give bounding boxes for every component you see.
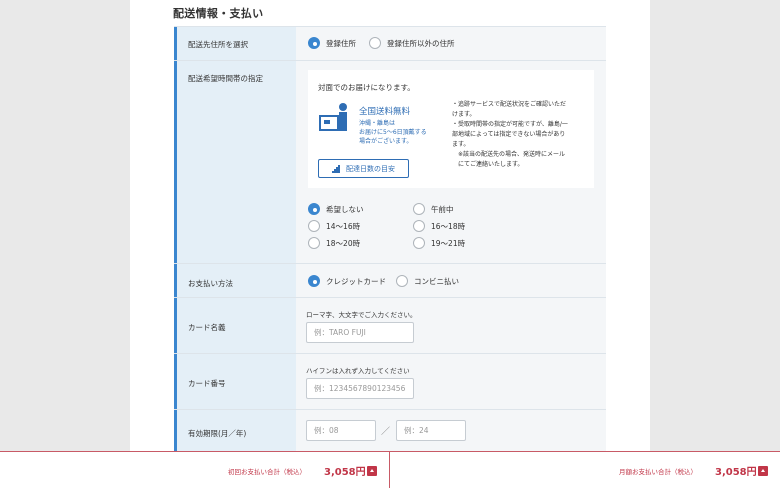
card-number-input[interactable]: 例：1234567890123456 xyxy=(306,378,414,399)
radio-unchecked-icon xyxy=(308,237,320,249)
radio-unchecked-icon xyxy=(413,220,425,232)
payment-row: お支払い方法 クレジットカード コンビニ払い xyxy=(174,264,606,298)
delivery-time-label: 配送希望時間帯の指定 xyxy=(174,61,296,263)
radio-unchecked-icon xyxy=(369,37,381,49)
card-name-label: カード名義 xyxy=(174,298,296,353)
delivery-info-box: 対面でのお届けになります。 全国送料無料 沖縄・離島は お届けに5〜6日頂戴する… xyxy=(308,70,594,188)
delivery-payment-form: 配送先住所を選択 登録住所 登録住所以外の住所 配送希望時間帯の指定 対面でのお… xyxy=(174,26,606,452)
radio-checked-icon xyxy=(308,203,320,215)
card-name-input[interactable]: 例：TARO FUJI xyxy=(306,322,414,343)
expiry-year-input[interactable]: 例：24 xyxy=(396,420,466,441)
payment-options: クレジットカード コンビニ払い xyxy=(296,264,606,297)
radio-unchecked-icon xyxy=(413,237,425,249)
form-sheet: 配送情報・支払い 配送先住所を選択 登録住所 登録住所以外の住所 配送希望時間帯… xyxy=(130,0,650,488)
monthly-payment-label: 月額お支払い合計（税込） xyxy=(619,468,697,476)
card-name-hint: ローマ字、大文字でご入力ください。 xyxy=(306,311,417,319)
time-option-19-21[interactable]: 19〜21時 xyxy=(413,237,465,249)
delivery-days-button[interactable]: 配達日数の目安 xyxy=(318,159,409,178)
stairs-icon xyxy=(332,165,340,173)
address-option-registered[interactable]: 登録住所 xyxy=(308,37,356,49)
time-option-14-16[interactable]: 14〜16時 xyxy=(308,220,360,232)
totals-footer: 初回お支払い合計（税込） 3,058円 月額お支払い合計（税込） 3,058円 xyxy=(0,451,780,488)
okinawa-note: 沖縄・離島は お届けに5〜6日頂戴する 場合がございます。 xyxy=(359,120,427,145)
payment-label: お支払い方法 xyxy=(174,264,296,297)
address-label: 配送先住所を選択 xyxy=(174,27,296,60)
card-number-row: カード番号 ハイフンは入れず入力してください 例：123456789012345… xyxy=(174,354,606,410)
first-payment-toggle-icon[interactable] xyxy=(367,466,377,476)
expiry-row: 有効期限(月／年) 例：08 ／ 例：24 xyxy=(174,410,606,452)
address-options: 登録住所 登録住所以外の住所 xyxy=(296,27,606,60)
address-option-other[interactable]: 登録住所以外の住所 xyxy=(369,37,455,49)
card-number-label: カード番号 xyxy=(174,354,296,409)
free-shipping-text: 全国送料無料 xyxy=(359,107,411,117)
delivery-notice: 対面でのお届けになります。 xyxy=(318,83,415,92)
radio-unchecked-icon xyxy=(413,203,425,215)
radio-checked-icon xyxy=(308,275,320,287)
card-name-row: カード名義 ローマ字、大文字でご入力ください。 例：TARO FUJI xyxy=(174,298,606,354)
radio-unchecked-icon xyxy=(308,220,320,232)
card-number-field-wrap: ハイフンは入れず入力してください 例：1234567890123456 xyxy=(296,354,606,409)
monthly-payment-toggle-icon[interactable] xyxy=(758,466,768,476)
payment-option-credit[interactable]: クレジットカード xyxy=(308,275,386,287)
time-option-18-20[interactable]: 18〜20時 xyxy=(308,237,360,249)
radio-checked-icon xyxy=(308,37,320,49)
radio-unchecked-icon xyxy=(396,275,408,287)
time-option-none[interactable]: 希望しない xyxy=(308,203,364,215)
address-row: 配送先住所を選択 登録住所 登録住所以外の住所 xyxy=(174,27,606,61)
time-option-morning[interactable]: 午前中 xyxy=(413,203,454,215)
expiry-fields: 例：08 ／ 例：24 xyxy=(296,410,606,452)
first-payment-label: 初回お支払い合計（税込） xyxy=(228,468,306,476)
expiry-month-input[interactable]: 例：08 xyxy=(306,420,376,441)
expiry-separator: ／ xyxy=(381,427,391,437)
time-option-16-18[interactable]: 16〜18時 xyxy=(413,220,465,232)
payment-option-konbini[interactable]: コンビニ払い xyxy=(396,275,459,287)
delivery-truck-icon xyxy=(319,103,347,131)
footer-divider xyxy=(389,452,390,488)
delivery-time-options: 対面でのお届けになります。 全国送料無料 沖縄・離島は お届けに5〜6日頂戴する… xyxy=(296,61,606,263)
expiry-label: 有効期限(月／年) xyxy=(174,410,296,452)
delivery-notes: ・追跡サービスで配送状況をご確認いただ けます。 ・受取時間帯の指定が可能ですが… xyxy=(452,101,568,168)
card-name-field-wrap: ローマ字、大文字でご入力ください。 例：TARO FUJI xyxy=(296,298,606,353)
section-title: 配送情報・支払い xyxy=(173,7,264,20)
card-number-hint: ハイフンは入れず入力してください xyxy=(306,367,410,375)
first-payment-price: 3,058円 xyxy=(324,467,366,478)
delivery-time-row: 配送希望時間帯の指定 対面でのお届けになります。 全国送料無料 沖縄・離島は お… xyxy=(174,61,606,264)
monthly-payment-price: 3,058円 xyxy=(715,467,757,478)
